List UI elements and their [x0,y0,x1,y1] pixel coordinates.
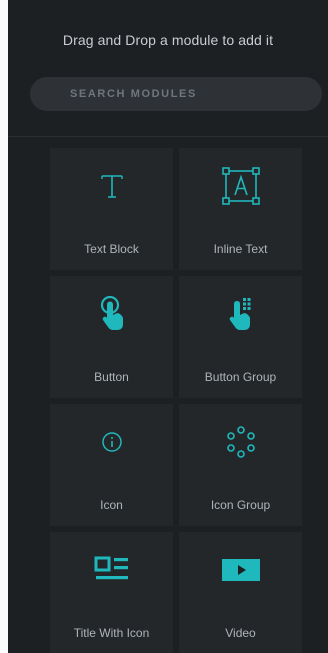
module-label: Text Block [84,242,139,256]
panel-header: Drag and Drop a module to add it [8,0,328,137]
inline-text-icon [179,166,302,206]
module-label: Inline Text [213,242,268,256]
search-modules-field[interactable] [30,77,322,111]
search-modules-input[interactable] [70,88,310,100]
module-label: Icon Group [210,498,271,512]
module-label: Button Group [204,370,277,384]
title-with-icon-icon [50,550,173,590]
module-label: Icon [100,498,123,512]
module-text-block[interactable]: Text Block [50,148,173,270]
info-circle-icon [50,422,173,462]
hand-grid-icon [179,294,302,334]
module-button-group[interactable]: Button Group [179,276,302,398]
module-button[interactable]: Button [50,276,173,398]
video-play-icon [179,550,302,590]
text-t-icon [50,166,173,206]
module-title-with-icon[interactable]: Title With Icon [50,532,173,653]
module-label: Video [225,626,256,640]
module-icon-group[interactable]: Icon Group [179,404,302,526]
module-video[interactable]: Video [179,532,302,653]
module-panel: Drag and Drop a module to add it Text Bl… [8,0,328,653]
module-label: Title With Icon [73,626,150,640]
module-label: Button [94,370,129,384]
module-inline-text[interactable]: Inline Text [179,148,302,270]
pointer-hand-icon [50,294,173,334]
drag-drop-hint: Drag and Drop a module to add it [62,32,274,48]
dots-ring-icon [179,422,302,462]
module-icon[interactable]: Icon [50,404,173,526]
